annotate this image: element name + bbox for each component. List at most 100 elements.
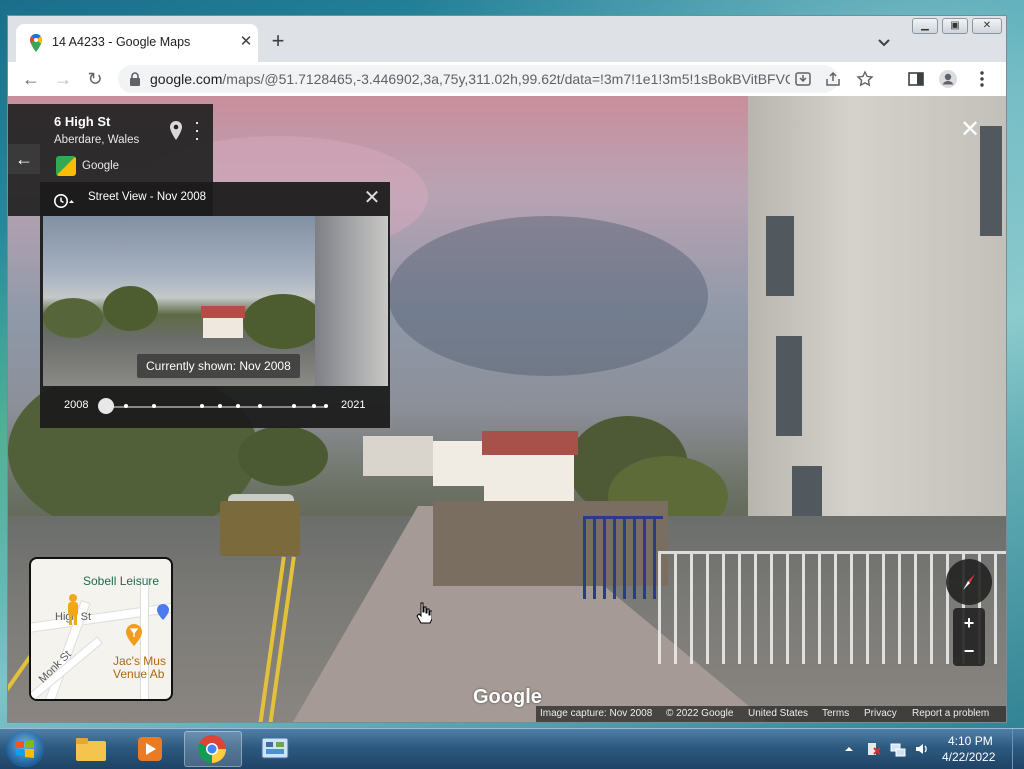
house xyxy=(484,451,574,501)
building-window xyxy=(776,336,802,436)
window-controls: ▁ ▣ ✕ xyxy=(912,16,1004,36)
control-panel-taskbar-button[interactable] xyxy=(246,731,304,767)
tab-google-maps[interactable]: 14 A4233 - Google Maps ✕ xyxy=(16,24,258,62)
share-icon[interactable] xyxy=(824,70,842,88)
google-logo: Google xyxy=(473,686,542,708)
compass-button[interactable] xyxy=(946,559,992,605)
apartment-building xyxy=(315,216,388,386)
zoom-control: + − xyxy=(953,608,985,666)
image-capture-date: Image capture: Nov 2008 xyxy=(540,708,653,719)
poi-marker-icon xyxy=(157,604,169,620)
timeline-slider-handle[interactable] xyxy=(98,398,114,414)
timeline-stop[interactable] xyxy=(324,404,328,408)
install-app-icon[interactable] xyxy=(794,70,812,88)
more-options-icon[interactable]: · · · xyxy=(192,113,202,147)
browser-window: 14 A4233 - Google Maps ✕ + ▁ ▣ ✕ ← → ↻ g… xyxy=(8,16,1006,722)
media-player-taskbar-button[interactable] xyxy=(122,731,180,767)
house xyxy=(433,441,488,486)
chrome-taskbar-button[interactable] xyxy=(184,731,242,767)
minimap-venue-label: Jac's Mus Venue Ab xyxy=(113,654,166,681)
forward-button[interactable]: → xyxy=(52,68,74,90)
cloud xyxy=(388,216,708,376)
browser-toolbar: ← → ↻ google.com/maps/@51.7128465,-3.446… xyxy=(8,62,1006,96)
windows-logo-icon xyxy=(16,740,34,758)
venue-marker-icon xyxy=(126,624,142,646)
house-roof xyxy=(201,306,245,318)
control-panel-icon xyxy=(261,737,289,759)
zoom-out-button[interactable]: − xyxy=(953,637,985,665)
timeline-stop[interactable] xyxy=(152,404,156,408)
close-window-button[interactable]: ✕ xyxy=(972,18,1002,34)
minimap-poi-label: Sobell Leisure xyxy=(83,574,160,588)
map-road xyxy=(31,601,171,633)
browser-menu-icon[interactable] xyxy=(972,69,992,89)
minimize-button[interactable]: ▁ xyxy=(912,18,938,34)
timeline-stop[interactable] xyxy=(292,404,296,408)
tab-strip: 14 A4233 - Google Maps ✕ + ▁ ▣ ✕ xyxy=(8,16,1006,62)
google-maps-icon xyxy=(30,34,42,52)
clock-time[interactable]: 4:10 PM xyxy=(948,734,993,748)
new-tab-button[interactable]: + xyxy=(266,30,290,54)
timeline-stop[interactable] xyxy=(200,404,204,408)
timeline-stop[interactable] xyxy=(312,404,316,408)
tree xyxy=(238,426,328,486)
timeline-stop[interactable] xyxy=(236,404,240,408)
region-link[interactable]: United States xyxy=(748,708,808,719)
start-button[interactable] xyxy=(6,731,44,767)
tree xyxy=(43,298,103,338)
place-name: 6 High St xyxy=(54,114,111,129)
place-locality: Aberdare, Wales xyxy=(54,134,140,146)
back-to-map-button[interactable]: ← xyxy=(8,144,40,174)
volume-icon[interactable] xyxy=(914,741,930,757)
maximize-button[interactable]: ▣ xyxy=(942,18,968,34)
tree xyxy=(243,294,323,349)
profile-avatar-icon[interactable] xyxy=(938,69,958,89)
tree xyxy=(103,286,158,331)
tab-search-chevron-icon[interactable] xyxy=(874,32,894,52)
building-window xyxy=(980,126,1002,236)
location-pin-icon[interactable] xyxy=(168,120,184,142)
action-center-icon[interactable] xyxy=(866,741,882,757)
lock-icon[interactable] xyxy=(128,71,142,87)
timeline-start-year: 2008 xyxy=(64,399,89,411)
copyright-text: © 2022 Google xyxy=(666,708,734,719)
timeline-stop[interactable] xyxy=(258,404,262,408)
chrome-icon xyxy=(198,735,226,763)
history-clock-icon[interactable] xyxy=(52,192,74,210)
street-view-timeline-panel: Street View - Nov 2008 ✕ Currently shown… xyxy=(40,182,390,428)
currently-shown-label: Currently shown: Nov 2008 xyxy=(137,354,300,378)
url-text[interactable]: google.com/maps/@51.7128465,-3.446902,3a… xyxy=(150,71,790,87)
tab-title: 14 A4233 - Google Maps xyxy=(52,35,191,49)
side-panel-icon[interactable] xyxy=(906,69,926,89)
timeline-title: Street View - Nov 2008 xyxy=(88,191,207,203)
folder-icon xyxy=(76,738,106,761)
street-view-panorama[interactable]: ← 6 High St Aberdare, Wales Google · · · S… xyxy=(8,96,1006,722)
place-author[interactable]: Google xyxy=(82,160,119,172)
windows-taskbar: 4:10 PM 4/22/2022 xyxy=(0,728,1024,769)
timeline-preview-image[interactable]: Currently shown: Nov 2008 xyxy=(43,216,388,386)
close-street-view-icon[interactable]: ✕ xyxy=(958,118,982,142)
building-window xyxy=(766,216,794,296)
tab-close-icon[interactable]: ✕ xyxy=(236,32,256,52)
timeline-stop[interactable] xyxy=(218,404,222,408)
show-hidden-icons-icon[interactable] xyxy=(842,741,856,757)
hand-cursor-icon xyxy=(416,602,432,624)
privacy-link[interactable]: Privacy xyxy=(864,708,897,719)
terms-link[interactable]: Terms xyxy=(822,708,849,719)
file-explorer-taskbar-button[interactable] xyxy=(62,731,120,767)
report-problem-link[interactable]: Report a problem xyxy=(912,708,989,719)
close-timeline-icon[interactable]: ✕ xyxy=(362,186,382,210)
timeline-stop[interactable] xyxy=(124,404,128,408)
media-player-icon xyxy=(138,737,162,761)
bookmark-star-icon[interactable] xyxy=(856,70,874,88)
address-bar[interactable]: google.com/maps/@51.7128465,-3.446902,3a… xyxy=(118,65,874,93)
zoom-in-button[interactable]: + xyxy=(953,609,985,637)
network-icon[interactable] xyxy=(890,741,906,757)
compass-icon xyxy=(963,574,975,590)
reload-button[interactable]: ↻ xyxy=(84,68,106,90)
clock-date[interactable]: 4/22/2022 xyxy=(942,750,995,764)
back-button[interactable]: ← xyxy=(20,68,42,90)
pegman-icon[interactable] xyxy=(64,593,82,629)
minimap[interactable]: Sobell Leisure High St Monk St Jac's Mus… xyxy=(29,557,173,701)
show-desktop-button[interactable] xyxy=(1012,729,1024,769)
